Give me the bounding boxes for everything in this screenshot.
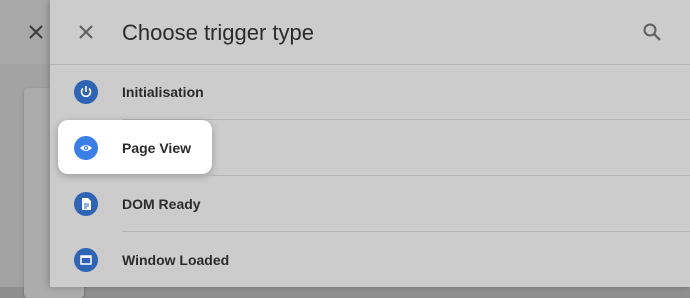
trigger-type-panel: Choose trigger type Initialisation Page … [50,0,690,287]
trigger-item-label: Window Loaded [122,252,230,268]
trigger-item-initialisation[interactable]: Initialisation [50,64,690,120]
trigger-item-label: Page View [122,140,192,156]
panel-title: Choose trigger type [122,20,314,45]
trigger-item-window-loaded[interactable]: Window Loaded [50,232,690,288]
window-icon [74,248,98,272]
eye-icon [74,136,98,160]
trigger-item-page-view[interactable]: Page View [50,120,690,176]
panel-header: Choose trigger type [50,0,690,65]
trigger-item-label: Initialisation [122,84,204,100]
power-icon [74,80,98,104]
trigger-item-dom-ready[interactable]: DOM Ready [50,176,690,232]
search-button[interactable] [638,18,666,46]
close-icon [79,25,93,39]
background-close-icon [22,18,50,46]
document-icon [74,192,98,216]
close-button[interactable] [72,18,100,46]
search-icon [643,23,661,41]
trigger-item-label: DOM Ready [122,196,201,212]
